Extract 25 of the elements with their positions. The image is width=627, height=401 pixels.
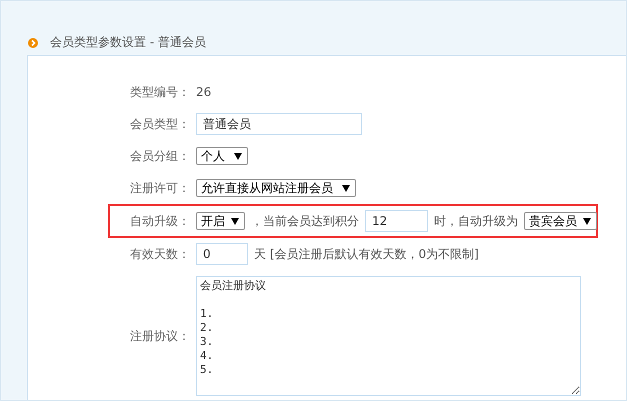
field-label: 类型编号： (129, 84, 190, 100)
input-field[interactable]: 普通会员 (196, 113, 362, 135)
caret-icon (234, 152, 242, 160)
field-label: 注册许可： (129, 180, 190, 196)
section-title: 会员类型参数设置 - 普通会员 (50, 34, 206, 51)
field-label: 会员分组： (129, 148, 190, 164)
field-value: 26 (196, 85, 212, 99)
field-label: 会员类型： (129, 116, 190, 132)
input-field[interactable]: 12 (365, 210, 428, 232)
caret-icon (231, 218, 239, 224)
dropdown[interactable]: 贵宾会员 (524, 212, 597, 230)
field-label: 自动升级： (129, 212, 190, 230)
field-text: 天 [会员注册后默认有效天数，0为不限制] (254, 246, 479, 262)
caret-icon (583, 218, 591, 224)
caret-icon (342, 184, 350, 192)
chevron-icon (28, 38, 38, 48)
dropdown[interactable]: 个人 (196, 147, 248, 165)
dropdown[interactable]: 开启 (196, 212, 245, 230)
text-area[interactable]: 会员注册协议 1. 2. 3. 4. 5. (196, 276, 581, 396)
field-label: 注册协议： (129, 328, 190, 344)
field-label: 有效天数： (129, 246, 190, 262)
input-field[interactable]: 0 (196, 243, 248, 265)
dropdown[interactable]: 允许直接从网站注册会员 (196, 179, 356, 197)
field-text: ，当前会员达到积分 (251, 212, 359, 230)
field-text: 时，自动升级为 (434, 212, 518, 230)
